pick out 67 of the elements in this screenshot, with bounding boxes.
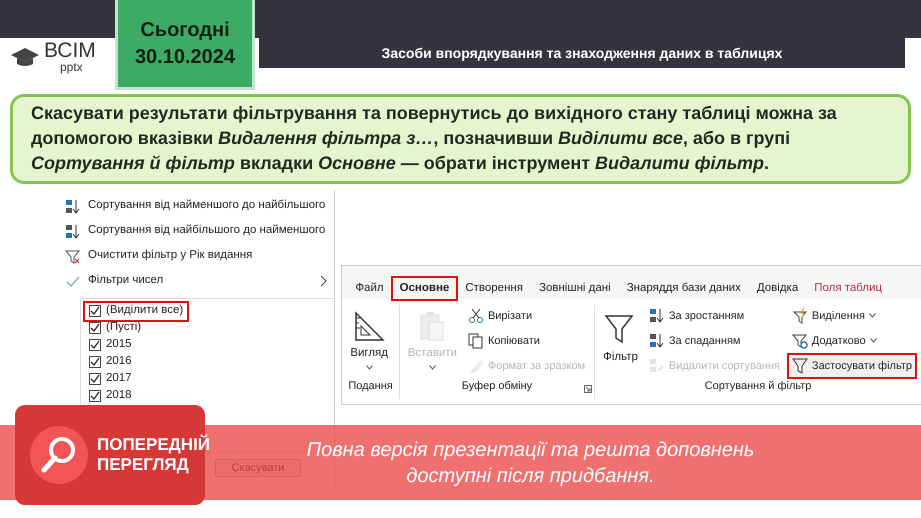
badge-text: ПОПЕРЕДНІЙ (97, 434, 210, 455)
group-label: Сортування й фільтр (704, 379, 812, 394)
ribbon-tab[interactable]: Основне (392, 278, 456, 299)
funnel-gear-icon (792, 332, 808, 349)
menu-item[interactable]: Фільтри чисел (88, 272, 312, 290)
check-icon (65, 274, 80, 289)
sort-ascending-icon (648, 308, 665, 324)
checkbox[interactable] (89, 390, 101, 402)
clear-filter-icon (65, 248, 80, 264)
caret-down-icon (868, 313, 876, 318)
brush-icon (468, 358, 484, 374)
ribbon-button[interactable]: Вирізати (464, 304, 588, 327)
note-text: Скасувати результати фільтрування та повернутись до вихідного стану таблиці можна за допомогою вказівки Видалення фільтра з…, позначивши Виділити все, або в групі Сортування й фільтр вкладки Основне — обрати інструмент Видалити фільтр. (10, 94, 911, 184)
magnifier-icon (29, 425, 89, 485)
sort-ascending-icon (65, 198, 80, 214)
ribbon-button[interactable]: Фільтр (601, 304, 640, 375)
group-label: Буфер обміну (462, 379, 532, 394)
caret-down-icon (428, 364, 436, 370)
ribbon-tab[interactable]: Зовнішні дані (532, 278, 618, 299)
ribbon-button[interactable]: За спаданням (646, 330, 783, 352)
copy-icon (468, 332, 484, 349)
scissors-icon (468, 308, 484, 324)
checkbox[interactable] (89, 339, 101, 352)
ribbon-tab[interactable]: Довідка (750, 278, 806, 299)
banner-message: доступні після придбання. (406, 464, 655, 488)
sort-descending-icon (65, 224, 80, 239)
ribbon-tab[interactable]: Створення (458, 278, 530, 299)
ribbon-tab[interactable]: Файл (348, 278, 391, 299)
sort-descending-icon (648, 332, 665, 349)
ribbon-button[interactable]: Застосувати фільтр (788, 354, 915, 377)
checkbox[interactable] (89, 373, 101, 386)
value-label: (Пусті) (106, 320, 142, 336)
ribbon-button[interactable]: Додатково (788, 330, 915, 352)
ribbon-tab[interactable]: Поля таблиц (807, 278, 890, 299)
ribbon-button[interactable]: Копіювати (464, 330, 588, 352)
slide-title: Засоби впорядкування та знаходження даних в таблицях (259, 38, 905, 68)
logo-text: ВСІМ (44, 40, 96, 61)
ruler-triangle-icon (353, 310, 386, 342)
ribbon-button[interactable]: Вигляд (348, 304, 390, 375)
checkbox[interactable] (89, 305, 101, 318)
graduation-cap-icon (10, 46, 40, 68)
value-label: 2016 (106, 354, 132, 370)
logo-subtext: pptx (60, 61, 84, 73)
value-label: 2017 (106, 371, 132, 386)
ribbon-tab[interactable]: Знаряддя бази даних (620, 278, 748, 299)
value-label: 2015 (106, 337, 132, 352)
funnel-icon (792, 358, 808, 374)
menu-item[interactable]: Очистити фільтр у Рік видання (88, 247, 252, 265)
ribbon-button[interactable]: За зростанням (646, 304, 783, 327)
menu-item[interactable]: Сортування від найбільшого до найменшого (88, 222, 326, 240)
chevron-right-icon (320, 275, 328, 288)
value-label: 2018 (106, 388, 132, 404)
menu-item[interactable]: Сортування від найменшого до найбільшого (88, 197, 326, 215)
sort-clear-icon (648, 358, 665, 374)
banner-message: Повна версія презентації та решта доповнень (306, 438, 754, 462)
ribbon-button[interactable]: Виділення (788, 304, 915, 327)
badge-text: ПЕРЕГЛЯД (97, 455, 190, 476)
caret-down-icon (870, 338, 877, 344)
value-label: (Виділити все) (106, 303, 184, 318)
funnel-lightning-icon (792, 308, 808, 324)
checkbox[interactable] (89, 322, 101, 334)
group-label: Подання (348, 379, 393, 394)
dialog-launcher-icon[interactable] (584, 384, 592, 393)
date-label: Сьогодні (140, 18, 230, 42)
checkbox[interactable] (89, 356, 101, 368)
caret-down-icon (366, 364, 373, 370)
date-value: 30.10.2024 (134, 44, 236, 70)
